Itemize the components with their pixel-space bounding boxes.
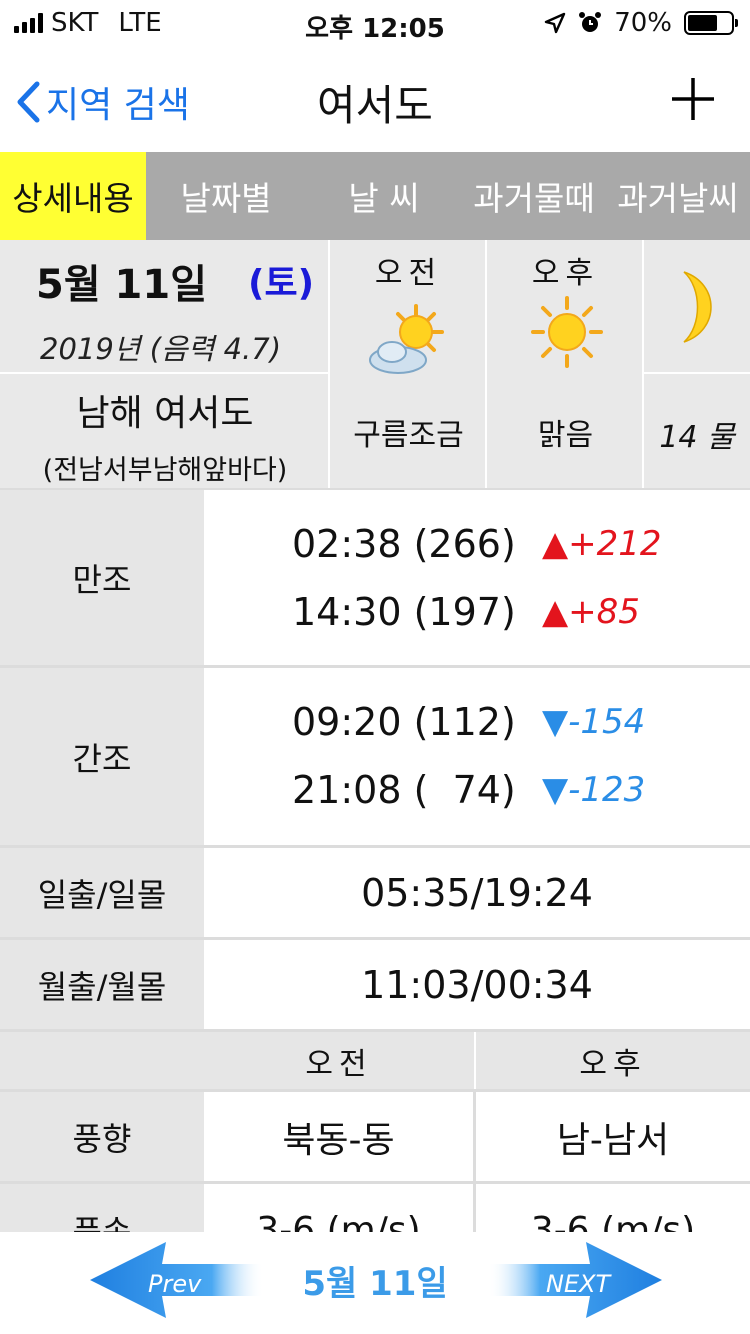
am-condition: 구름조금 bbox=[353, 418, 464, 453]
navigation-bar: 지역 검색 여서도 bbox=[0, 50, 750, 150]
am-label: 오전 bbox=[374, 256, 443, 291]
place-cell: 남해 여서도 (전남서부남해앞바다) bbox=[0, 374, 330, 488]
year-lunar-label: 2019년 (음력 4.7) bbox=[40, 332, 282, 366]
low-tide-label: 간조 bbox=[0, 668, 204, 845]
moon-value: 11:03/00:34 bbox=[361, 962, 593, 1007]
wind-pm-label: 오후 bbox=[476, 1032, 750, 1089]
high-tide-label: 만조 bbox=[0, 490, 204, 665]
sun-value: 05:35/19:24 bbox=[361, 870, 593, 915]
wind-direction-am: 북동-동 bbox=[204, 1092, 476, 1181]
place-name: 남해 여서도 bbox=[76, 393, 254, 434]
tab-weather[interactable]: 날 씨 bbox=[306, 152, 462, 240]
low-tide-delta-1: ▼-154 bbox=[542, 702, 646, 742]
low-tide-delta-2: ▼-123 bbox=[542, 770, 646, 810]
wind-header-blank bbox=[0, 1032, 204, 1089]
tide-day-cell: 14 물 bbox=[644, 374, 750, 488]
add-icon[interactable] bbox=[670, 76, 716, 122]
sea-region: (전남서부남해앞바다) bbox=[42, 455, 288, 486]
alarm-clock-icon bbox=[579, 12, 602, 32]
tide-day-label: 14 물 bbox=[659, 420, 735, 455]
crescent-moon-icon bbox=[683, 271, 712, 343]
next-label: NEXT bbox=[546, 1270, 611, 1298]
high-tide-time-2: 14:30 (197) bbox=[292, 590, 516, 634]
wind-am-label: 오전 bbox=[204, 1032, 476, 1089]
weekday-label: (토) bbox=[248, 263, 315, 304]
sun-label: 일출/일몰 bbox=[0, 848, 204, 937]
date-navigation-bar: Prev 5월 11일 NEXT bbox=[0, 1232, 750, 1334]
status-bar: SKT LTE 오후 12:05 70% bbox=[0, 0, 750, 50]
high-tide-delta-2: ▲+85 bbox=[542, 592, 640, 632]
wind-direction-pm: 남-남서 bbox=[556, 1119, 670, 1161]
high-tide-time-1: 02:38 (266) bbox=[292, 522, 516, 566]
low-tide-row: 간조 09:20 (112) ▼-154 21:08 ( 74) ▼-123 bbox=[0, 668, 750, 848]
wind-header-row: 오전 오후 bbox=[0, 1032, 750, 1092]
tab-detail[interactable]: 상세내용 bbox=[0, 152, 146, 240]
tab-past-tides[interactable]: 과거물때 bbox=[462, 152, 606, 240]
location-arrow-icon bbox=[545, 12, 566, 34]
next-button[interactable]: NEXT bbox=[488, 1240, 664, 1320]
date-label: 5월 11일 bbox=[36, 262, 208, 308]
tab-bar: 상세내용 날짜별 날 씨 과거물때 과거날씨 bbox=[0, 152, 750, 240]
moon-phase-cell bbox=[644, 240, 750, 374]
tab-past-weather[interactable]: 과거날씨 bbox=[606, 152, 750, 240]
date-cell: 5월 11일 (토) 2019년 (음력 4.7) bbox=[0, 240, 330, 374]
sun-row: 일출/일몰 05:35/19:24 bbox=[0, 848, 750, 940]
high-tide-delta-1: ▲+212 bbox=[542, 524, 662, 564]
battery-percent: 70% bbox=[614, 8, 672, 38]
high-tide-row: 만조 02:38 (266) ▲+212 14:30 (197) ▲+85 bbox=[0, 488, 750, 668]
pm-weather-cell: 오후 맑음 bbox=[487, 240, 644, 488]
moon-row: 월출/월몰 11:03/00:34 bbox=[0, 940, 750, 1032]
partly-cloudy-icon bbox=[369, 304, 444, 374]
status-right: 70% bbox=[544, 8, 738, 38]
page-title: 여서도 bbox=[317, 81, 433, 130]
low-tide-time-2: 21:08 ( 74) bbox=[292, 768, 516, 812]
low-tide-time-1: 09:20 (112) bbox=[292, 700, 516, 744]
sun-icon bbox=[531, 296, 603, 368]
wind-direction-row: 풍향 북동-동 남-남서 bbox=[0, 1092, 750, 1184]
pm-condition: 맑음 bbox=[537, 418, 594, 453]
tab-by-date[interactable]: 날짜별 bbox=[146, 152, 306, 240]
day-summary: 5월 11일 (토) 2019년 (음력 4.7) 남해 여서도 (전남서부남해… bbox=[0, 240, 750, 488]
am-weather-cell: 오전 구름조금 bbox=[330, 240, 487, 488]
battery-icon bbox=[684, 11, 738, 35]
wind-direction-label: 풍향 bbox=[0, 1092, 204, 1181]
moon-label: 월출/월몰 bbox=[0, 940, 204, 1029]
pm-label: 오후 bbox=[531, 256, 600, 291]
